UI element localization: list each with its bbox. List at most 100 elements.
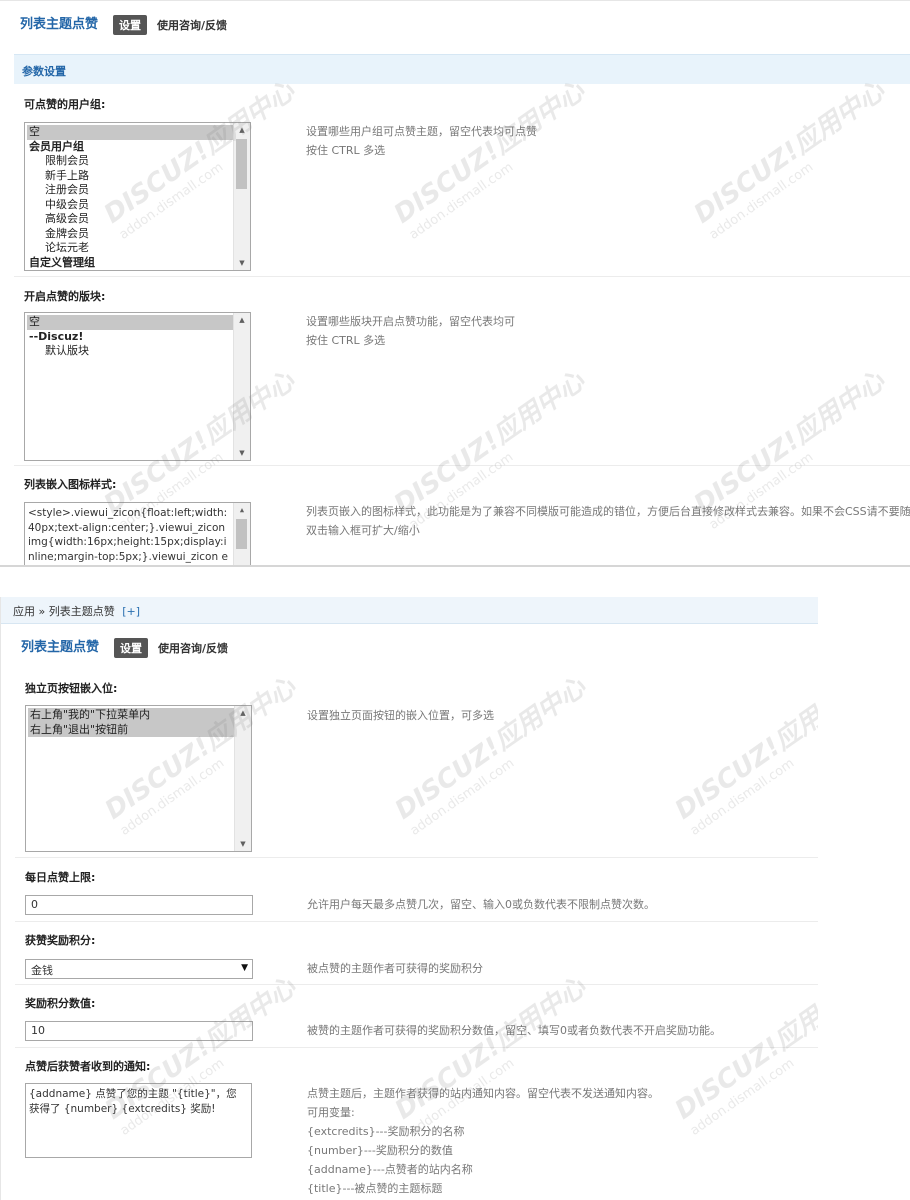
- listbox-option[interactable]: 右上角"退出"按钮前: [28, 722, 234, 737]
- divider: [15, 1047, 818, 1048]
- dropdown-arrow-icon[interactable]: ▼: [241, 963, 248, 973]
- dailylimit-comment-line: 允许用户每天最多点赞几次，留空、输入0或负数代表不限制点赞次数。: [307, 898, 655, 911]
- forums-multiselect[interactable]: 空 --Discuz! 默认版块 ▲ ▼: [24, 312, 251, 461]
- iconstyle-text: <style>.viewui_zicon{float:left;width:40…: [28, 507, 228, 563]
- screenshot-separator: [0, 565, 910, 597]
- breadcrumb-separator: »: [38, 605, 46, 618]
- breadcrumb-app[interactable]: 应用: [13, 605, 35, 618]
- buttonpos-multiselect[interactable]: 右上角"我的"下拉菜单内 右上角"退出"按钮前 ▲ ▼: [25, 705, 252, 852]
- listbox-option[interactable]: 空: [27, 125, 233, 140]
- listbox-option[interactable]: 新手上路: [27, 169, 233, 184]
- groups-comment: 设置哪些用户组可点赞主题，留空代表均可点赞 按住 CTRL 多选: [306, 122, 537, 160]
- watermark-brand: DISCUZ!应用中心: [688, 366, 891, 520]
- tab-support[interactable]: 使用咨询/反馈: [158, 640, 228, 656]
- forums-label: 开启点赞的版块:: [24, 290, 106, 303]
- buttonpos-options: 右上角"我的"下拉菜单内 右上角"退出"按钮前: [26, 706, 234, 851]
- groups-comment-hint: 按住 CTRL 多选: [306, 144, 386, 157]
- listbox-option[interactable]: 注册会员: [27, 183, 233, 198]
- creditnum-comment-line: 被赞的主题作者可获得的奖励积分数值，留空、填写0或者负数代表不开启奖励功能。: [307, 1024, 721, 1037]
- scroll-up-icon[interactable]: ▲: [234, 503, 250, 517]
- scroll-down-icon[interactable]: ▼: [234, 446, 250, 460]
- forums-scrollbar[interactable]: ▲ ▼: [233, 313, 250, 460]
- forums-comment: 设置哪些版块开启点赞功能，留空代表均可 按住 CTRL 多选: [306, 312, 515, 350]
- listbox-option[interactable]: --Discuz!: [27, 330, 233, 345]
- settings-panel-bottom: 应用 » 列表主题点赞 [+] 列表主题点赞 设置 使用咨询/反馈 独立页按钮嵌…: [0, 597, 818, 1200]
- watermark: DISCUZ!应用中心addon.dismall.com: [666, 967, 818, 1139]
- notice-comment-var: {addname}---点赞者的站内名称: [307, 1163, 473, 1176]
- scroll-down-icon[interactable]: ▼: [234, 256, 250, 270]
- dailylimit-label: 每日点赞上限:: [25, 871, 96, 884]
- watermark-url: addon.dismall.com: [687, 755, 798, 839]
- section-header: 参数设置: [14, 54, 910, 84]
- breadcrumb-add-button[interactable]: [+]: [122, 605, 140, 618]
- plugin-title: 列表主题点赞: [20, 17, 99, 32]
- creditnum-input[interactable]: 10: [25, 1021, 253, 1041]
- listbox-option[interactable]: 会员用户组: [27, 140, 233, 155]
- iconstyle-scrollbar[interactable]: ▲: [233, 503, 250, 565]
- buttonpos-label: 独立页按钮嵌入位:: [25, 682, 118, 695]
- creditnum-label: 奖励积分数值:: [25, 997, 96, 1010]
- notice-comment: 点赞主题后，主题作者获得的站内通知内容。留空代表不发送通知内容。 可用变量: {…: [307, 1084, 659, 1198]
- watermark-brand: DISCUZ!应用中心: [669, 672, 818, 826]
- listbox-option[interactable]: 金牌会员: [27, 227, 233, 242]
- listbox-option[interactable]: 高级会员: [27, 212, 233, 227]
- divider: [15, 857, 818, 858]
- iconstyle-textarea[interactable]: <style>.viewui_zicon{float:left;width:40…: [24, 502, 251, 565]
- forums-comment-hint: 按住 CTRL 多选: [306, 334, 386, 347]
- listbox-option[interactable]: 右上角"我的"下拉菜单内: [28, 708, 234, 723]
- scroll-thumb[interactable]: [236, 139, 247, 189]
- notice-textarea[interactable]: {addname} 点赞了您的主题 "{title}"，您获得了 {number…: [25, 1083, 252, 1158]
- watermark-brand: DISCUZ!应用中心: [389, 672, 592, 826]
- divider: [15, 984, 818, 985]
- watermark-brand: DISCUZ!应用中心: [669, 972, 818, 1126]
- notice-comment-line: 点赞主题后，主题作者获得的站内通知内容。留空代表不发送通知内容。: [307, 1087, 659, 1100]
- watermark-brand: DISCUZ!应用中心: [688, 76, 891, 230]
- scroll-up-icon[interactable]: ▲: [234, 313, 250, 327]
- scroll-up-icon[interactable]: ▲: [234, 123, 250, 137]
- iconstyle-comment: 列表页嵌入的图标样式，此功能是为了兼容不同模版可能造成的错位，方便后台直接修改样…: [306, 502, 910, 540]
- notice-text: {addname} 点赞了您的主题 "{title}"，您获得了 {number…: [29, 1088, 237, 1115]
- listbox-option[interactable]: 自定义管理组: [27, 256, 233, 271]
- scroll-up-icon[interactable]: ▲: [235, 706, 251, 720]
- watermark-url: addon.dismall.com: [687, 1055, 798, 1139]
- credit-label: 获赞奖励积分:: [25, 934, 96, 947]
- notice-comment-var: {title}---被点赞的主题标题: [307, 1182, 443, 1195]
- listbox-option[interactable]: 限制会员: [27, 154, 233, 169]
- scroll-down-icon[interactable]: ▼: [235, 837, 251, 851]
- plugin-title: 列表主题点赞: [21, 640, 100, 655]
- credit-comment: 被点赞的主题作者可获得的奖励积分: [307, 959, 483, 978]
- watermark: DISCUZ!应用中心addon.dismall.com: [386, 667, 600, 839]
- dailylimit-input[interactable]: 0: [25, 895, 253, 915]
- notice-comment-vars: 可用变量:: [307, 1106, 355, 1119]
- tab-support[interactable]: 使用咨询/反馈: [157, 17, 227, 33]
- listbox-option[interactable]: 论坛元老: [27, 241, 233, 256]
- notice-comment-var: {number}---奖励积分的数值: [307, 1144, 453, 1157]
- notice-comment-var: {extcredits}---奖励积分的名称: [307, 1125, 465, 1138]
- breadcrumb: 应用 » 列表主题点赞 [+]: [1, 597, 818, 624]
- watermark-brand: DISCUZ!应用中心: [388, 366, 591, 520]
- iconstyle-comment-hint: 双击输入框可扩大/缩小: [306, 524, 420, 537]
- listbox-option[interactable]: 默认版块: [27, 344, 233, 359]
- divider: [14, 465, 910, 466]
- listbox-option[interactable]: 空: [27, 315, 233, 330]
- dailylimit-comment: 允许用户每天最多点赞几次，留空、输入0或负数代表不限制点赞次数。: [307, 895, 655, 914]
- creditnum-comment: 被赞的主题作者可获得的奖励积分数值，留空、填写0或者负数代表不开启奖励功能。: [307, 1021, 721, 1040]
- plugin-header: 列表主题点赞 设置 使用咨询/反馈: [0, 1, 910, 41]
- groups-label: 可点赞的用户组:: [24, 98, 106, 111]
- tab-settings[interactable]: 设置: [114, 638, 148, 658]
- credit-select[interactable]: 金钱 ▼: [25, 959, 253, 979]
- credit-select-value: 金钱: [31, 964, 53, 977]
- groups-scrollbar[interactable]: ▲ ▼: [233, 123, 250, 270]
- scroll-thumb[interactable]: [236, 519, 247, 549]
- breadcrumb-page: 列表主题点赞: [48, 605, 115, 618]
- credit-comment-line: 被点赞的主题作者可获得的奖励积分: [307, 962, 483, 975]
- watermark: DISCUZ!应用中心addon.dismall.com: [685, 71, 899, 243]
- watermark-url: addon.dismall.com: [706, 159, 817, 243]
- settings-panel-top: 列表主题点赞 设置 使用咨询/反馈 参数设置 可点赞的用户组: 空会员用户组 限制…: [0, 0, 910, 565]
- listbox-option[interactable]: 中级会员: [27, 198, 233, 213]
- buttonpos-scrollbar[interactable]: ▲ ▼: [234, 706, 251, 851]
- tab-settings[interactable]: 设置: [113, 15, 147, 35]
- watermark: DISCUZ!应用中心addon.dismall.com: [666, 667, 818, 839]
- groups-multiselect[interactable]: 空会员用户组 限制会员 新手上路 注册会员 中级会员 高级会员 金牌会员 论坛元老 自定义管理组…: [24, 122, 251, 271]
- buttonpos-comment: 设置独立页面按钮的嵌入位置，可多选: [307, 706, 494, 725]
